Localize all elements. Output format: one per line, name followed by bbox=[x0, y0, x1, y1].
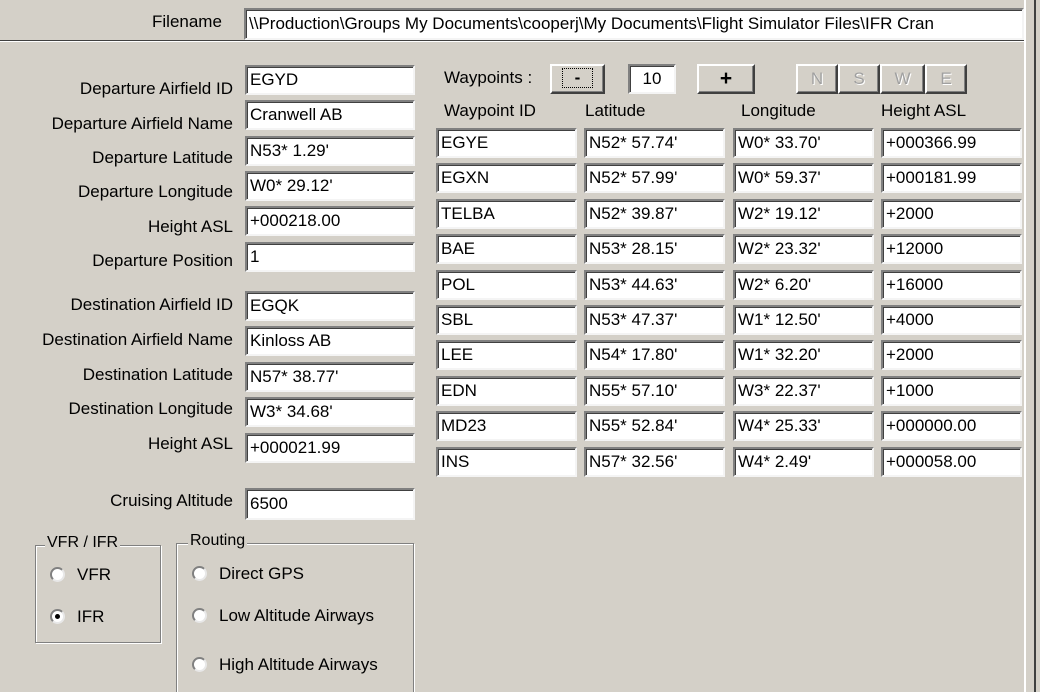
waypoint-id-field[interactable]: EGYE bbox=[436, 128, 577, 158]
departure-position-field[interactable]: 1 bbox=[245, 242, 415, 272]
west-button[interactable]: W bbox=[880, 64, 925, 94]
departure-name-field[interactable]: Cranwell AB bbox=[245, 100, 415, 130]
remove-waypoint-button[interactable]: - bbox=[550, 64, 605, 94]
flight-rules-group bbox=[35, 545, 161, 643]
low-altitude-airways-radio-label[interactable]: Low Altitude Airways bbox=[219, 606, 374, 626]
add-waypoint-button[interactable]: + bbox=[697, 64, 755, 94]
waypoint-id-field[interactable]: SBL bbox=[436, 305, 577, 335]
waypoint-id-field[interactable]: EDN bbox=[436, 376, 577, 406]
destination-latitude-field[interactable]: N57* 38.77' bbox=[245, 362, 415, 392]
waypoint-height-field[interactable]: +000058.00 bbox=[881, 447, 1022, 477]
ifr-radio[interactable] bbox=[50, 609, 65, 624]
waypoint-latitude-field[interactable]: N57* 32.56' bbox=[584, 447, 725, 477]
waypoint-longitude-field[interactable]: W0* 33.70' bbox=[733, 128, 874, 158]
waypoint-longitude-field[interactable]: W2* 19.12' bbox=[733, 199, 874, 229]
column-header-longitude: Longitude bbox=[741, 101, 816, 120]
destination-id-field[interactable]: EGQK bbox=[245, 291, 415, 321]
waypoint-id-field[interactable]: EGXN bbox=[436, 163, 577, 193]
window-right-edge bbox=[1024, 0, 1040, 692]
departure-id-field[interactable]: EGYD bbox=[245, 65, 415, 95]
departure-latitude-label: Departure Latitude bbox=[92, 148, 233, 167]
waypoint-latitude-field[interactable]: N53* 44.63' bbox=[584, 270, 725, 300]
filename-label: Filename bbox=[152, 12, 222, 31]
ifr-radio-label[interactable]: IFR bbox=[77, 607, 104, 627]
filename-field[interactable]: \\Production\Groups My Documents\cooperj… bbox=[244, 8, 1024, 40]
vfr-radio[interactable] bbox=[50, 567, 65, 582]
waypoint-height-field[interactable]: +2000 bbox=[881, 199, 1022, 229]
column-header-height-asl: Height ASL bbox=[881, 101, 967, 120]
destination-height-field[interactable]: +000021.99 bbox=[245, 433, 415, 463]
departure-longitude-field[interactable]: W0* 29.12' bbox=[245, 171, 415, 201]
destination-longitude-field[interactable]: W3* 34.68' bbox=[245, 397, 415, 427]
waypoints-label: Waypoints : bbox=[444, 68, 533, 87]
waypoint-latitude-field[interactable]: N54* 17.80' bbox=[584, 340, 725, 370]
waypoint-height-field[interactable]: +2000 bbox=[881, 340, 1022, 370]
waypoint-height-field[interactable]: +4000 bbox=[881, 305, 1022, 335]
waypoint-longitude-field[interactable]: W4* 2.49' bbox=[733, 447, 874, 477]
waypoint-latitude-field[interactable]: N52* 57.99' bbox=[584, 163, 725, 193]
waypoint-height-field[interactable]: +000181.99 bbox=[881, 163, 1022, 193]
direct-gps-radio[interactable] bbox=[192, 566, 207, 581]
departure-height-label: Height ASL bbox=[147, 217, 233, 236]
low-altitude-airways-radio[interactable] bbox=[192, 608, 207, 623]
destination-height-label: Height ASL bbox=[147, 434, 233, 453]
waypoint-id-field[interactable]: BAE bbox=[436, 234, 577, 264]
column-header-latitude: Latitude bbox=[585, 101, 646, 120]
flight-rules-legend: VFR / IFR bbox=[45, 534, 121, 552]
east-button[interactable]: E bbox=[925, 64, 967, 94]
waypoint-id-field[interactable]: LEE bbox=[436, 340, 577, 370]
destination-id-label: Destination Airfield ID bbox=[70, 295, 233, 314]
cruising-altitude-label: Cruising Altitude bbox=[110, 491, 233, 510]
waypoint-id-field[interactable]: TELBA bbox=[436, 199, 577, 229]
waypoint-count-field[interactable]: 10 bbox=[628, 64, 676, 94]
waypoint-latitude-field[interactable]: N52* 39.87' bbox=[584, 199, 725, 229]
waypoint-id-field[interactable]: POL bbox=[436, 270, 577, 300]
waypoint-height-field[interactable]: +12000 bbox=[881, 234, 1022, 264]
remove-waypoint-button-label: - bbox=[561, 68, 594, 88]
waypoint-id-field[interactable]: MD23 bbox=[436, 411, 577, 441]
cruising-altitude-field[interactable]: 6500 bbox=[245, 488, 415, 520]
separator-line bbox=[0, 40, 1024, 42]
departure-height-field[interactable]: +000218.00 bbox=[245, 206, 415, 236]
waypoint-longitude-field[interactable]: W0* 59.37' bbox=[733, 163, 874, 193]
destination-latitude-label: Destination Latitude bbox=[82, 365, 233, 384]
waypoint-longitude-field[interactable]: W4* 25.33' bbox=[733, 411, 874, 441]
column-header-waypoint-id: Waypoint ID bbox=[444, 101, 536, 120]
waypoint-height-field[interactable]: +16000 bbox=[881, 270, 1022, 300]
direct-gps-radio-label[interactable]: Direct GPS bbox=[219, 564, 304, 584]
waypoint-latitude-field[interactable]: N53* 28.15' bbox=[584, 234, 725, 264]
departure-latitude-field[interactable]: N53* 1.29' bbox=[245, 136, 415, 166]
waypoint-longitude-field[interactable]: W1* 12.50' bbox=[733, 305, 874, 335]
destination-name-label: Destination Airfield Name bbox=[42, 330, 233, 349]
high-altitude-airways-radio[interactable] bbox=[192, 657, 207, 672]
departure-longitude-label: Departure Longitude bbox=[77, 182, 233, 201]
departure-position-label: Departure Position bbox=[92, 251, 233, 270]
waypoint-longitude-field[interactable]: W2* 6.20' bbox=[733, 270, 874, 300]
departure-name-label: Departure Airfield Name bbox=[51, 114, 233, 133]
waypoint-latitude-field[interactable]: N55* 52.84' bbox=[584, 411, 725, 441]
waypoint-longitude-field[interactable]: W1* 32.20' bbox=[733, 340, 874, 370]
destination-name-field[interactable]: Kinloss AB bbox=[245, 326, 415, 356]
waypoint-id-field[interactable]: INS bbox=[436, 447, 577, 477]
high-altitude-airways-radio-label[interactable]: High Altitude Airways bbox=[219, 655, 378, 675]
destination-longitude-label: Destination Longitude bbox=[68, 399, 233, 418]
waypoint-latitude-field[interactable]: N53* 47.37' bbox=[584, 305, 725, 335]
waypoint-height-field[interactable]: +000366.99 bbox=[881, 128, 1022, 158]
waypoint-longitude-field[interactable]: W3* 22.37' bbox=[733, 376, 874, 406]
south-button[interactable]: S bbox=[838, 64, 880, 94]
waypoint-longitude-field[interactable]: W2* 23.32' bbox=[733, 234, 874, 264]
departure-id-label: Departure Airfield ID bbox=[79, 79, 233, 98]
vfr-radio-label[interactable]: VFR bbox=[77, 565, 111, 585]
waypoint-latitude-field[interactable]: N52* 57.74' bbox=[584, 128, 725, 158]
waypoint-latitude-field[interactable]: N55* 57.10' bbox=[584, 376, 725, 406]
waypoint-height-field[interactable]: +000000.00 bbox=[881, 411, 1022, 441]
routing-legend: Routing bbox=[188, 532, 248, 550]
waypoint-height-field[interactable]: +1000 bbox=[881, 376, 1022, 406]
north-button[interactable]: N bbox=[796, 64, 838, 94]
